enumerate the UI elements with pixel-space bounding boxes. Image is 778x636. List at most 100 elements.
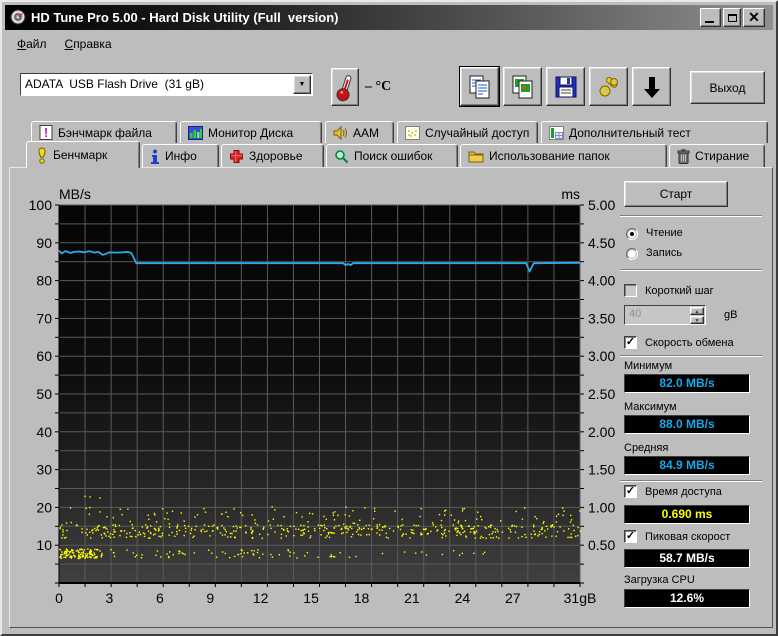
- write-radio-label[interactable]: Запись: [646, 247, 682, 259]
- burst-rate-checkbox[interactable]: ✓: [624, 530, 637, 543]
- save-icon: [553, 74, 579, 100]
- average-label: Средняя: [624, 442, 668, 454]
- check-icon: ✓: [626, 530, 635, 542]
- access-time-checkbox[interactable]: ✓: [624, 485, 637, 498]
- tab-label: Монитор Диска: [208, 126, 293, 140]
- copy-text-icon: [467, 74, 493, 100]
- read-radio-label[interactable]: Чтение: [646, 227, 683, 239]
- error-scan-icon: [334, 149, 349, 164]
- svg-text:12: 12: [253, 590, 269, 606]
- tab-random-access[interactable]: Случайный доступ: [397, 121, 538, 143]
- erase-icon: [677, 149, 690, 164]
- check-icon: ✓: [626, 485, 635, 497]
- scroll-down-button[interactable]: [632, 67, 671, 106]
- svg-text:!: !: [44, 125, 48, 140]
- svg-text:31gB: 31gB: [564, 590, 597, 606]
- extra-tests-icon: [549, 126, 564, 140]
- tab-erase[interactable]: Стирание: [669, 144, 765, 167]
- short-stroke-checkbox[interactable]: [624, 284, 637, 297]
- exit-button[interactable]: Выход: [690, 71, 765, 104]
- tab-label: Бенчмарк: [53, 148, 107, 162]
- short-stroke-size-input[interactable]: 40 ▲ ▼: [624, 305, 706, 325]
- transfer-rate-checkbox[interactable]: ✓: [624, 336, 637, 349]
- radio-dot: [630, 232, 634, 236]
- temperature-button[interactable]: [331, 68, 359, 106]
- spin-down-icon: ▼: [695, 318, 700, 324]
- tab-benchmark[interactable]: Бенчмарк: [26, 141, 140, 168]
- tab-disk-monitor[interactable]: Монитор Диска: [180, 121, 322, 143]
- svg-text:1.00: 1.00: [588, 499, 615, 515]
- burst-rate-label[interactable]: Пиковая скорост: [645, 531, 730, 543]
- close-button[interactable]: ✕: [743, 8, 765, 27]
- tab-label: Здоровье: [249, 149, 303, 163]
- separator: [620, 215, 762, 217]
- menu-help[interactable]: Справка: [56, 33, 121, 55]
- title-bar[interactable]: HD Tune Pro 5.00 - Hard Disk Utility (Fu…: [5, 5, 773, 30]
- copy-image-button[interactable]: [503, 67, 542, 106]
- minimize-button[interactable]: [700, 8, 721, 27]
- tab-label: Поиск ошибок: [354, 149, 432, 163]
- svg-text:90: 90: [36, 235, 52, 251]
- svg-text:15: 15: [303, 590, 319, 606]
- svg-text:9: 9: [206, 590, 214, 606]
- tab-error-scan[interactable]: Поиск ошибок: [326, 144, 458, 167]
- benchmark-icon: [36, 147, 48, 164]
- svg-text:0.50: 0.50: [588, 537, 615, 553]
- separator: [620, 355, 762, 357]
- average-value-box: 84.9 MB/s: [624, 456, 750, 475]
- write-radio[interactable]: [626, 248, 638, 260]
- tab-label: Использование папок: [489, 149, 610, 163]
- tab-label: Бэнчмарк файла: [58, 126, 152, 140]
- maximize-button[interactable]: [723, 8, 741, 27]
- svg-text:2.50: 2.50: [588, 386, 615, 402]
- tab-extra-tests[interactable]: Дополнительный тест: [541, 121, 768, 143]
- spin-up-button[interactable]: ▲: [690, 307, 704, 315]
- svg-text:24: 24: [455, 590, 471, 606]
- drive-select-dropdown-button[interactable]: ▼: [293, 75, 311, 94]
- folder-usage-icon: [468, 149, 484, 163]
- tab-health[interactable]: Здоровье: [221, 144, 324, 167]
- health-icon: [229, 149, 244, 164]
- options-button[interactable]: [589, 67, 628, 106]
- copy-text-button[interactable]: [460, 67, 499, 106]
- svg-text:18: 18: [354, 590, 370, 606]
- tab-label: Случайный доступ: [425, 126, 529, 140]
- tab-info[interactable]: Инфо: [142, 144, 219, 167]
- tab-file-benchmark[interactable]: ! Бэнчмарк файла: [31, 121, 177, 143]
- svg-text:30: 30: [36, 462, 52, 478]
- maximize-icon: [728, 14, 737, 22]
- save-button[interactable]: [546, 67, 585, 106]
- close-icon: ✕: [748, 9, 760, 26]
- app-icon: [10, 9, 26, 25]
- svg-text:4.50: 4.50: [588, 235, 615, 251]
- read-radio[interactable]: [626, 228, 638, 240]
- svg-text:5.00: 5.00: [588, 197, 615, 213]
- short-stroke-label[interactable]: Короткий шаг: [645, 285, 714, 297]
- cpu-usage-value-box: 12.6%: [624, 589, 750, 608]
- spin-down-button[interactable]: ▼: [690, 316, 704, 324]
- file-benchmark-icon: !: [39, 125, 53, 140]
- svg-text:21: 21: [404, 590, 420, 606]
- window-title: HD Tune Pro 5.00 - Hard Disk Utility (Fu…: [31, 5, 338, 30]
- svg-text:40: 40: [36, 424, 52, 440]
- chevron-down-icon: ▼: [299, 81, 306, 88]
- check-icon: ✓: [626, 336, 635, 348]
- menu-file[interactable]: Файл: [8, 33, 56, 55]
- start-button-label: Старт: [660, 187, 693, 201]
- transfer-rate-label[interactable]: Скорость обмена: [645, 337, 734, 349]
- tab-label: Стирание: [695, 149, 749, 163]
- access-time-value-box: 0.690 ms: [624, 505, 750, 524]
- drive-select[interactable]: ADATA USB Flash Drive (31 gB) ▼: [20, 73, 313, 96]
- svg-text:20: 20: [36, 499, 52, 515]
- maximum-label: Максимум: [624, 401, 677, 413]
- info-icon: [150, 149, 160, 164]
- svg-text:3: 3: [106, 590, 114, 606]
- menu-bar: Файл Справка: [8, 33, 121, 55]
- tab-aam[interactable]: AAM: [325, 121, 394, 143]
- svg-text:50: 50: [36, 386, 52, 402]
- tab-folder-usage[interactable]: Использование папок: [460, 144, 667, 167]
- access-time-label[interactable]: Время доступа: [645, 486, 722, 498]
- aam-speaker-icon: [333, 126, 348, 140]
- start-button[interactable]: Старт: [624, 181, 728, 207]
- minimum-value-box: 82.0 MB/s: [624, 374, 750, 393]
